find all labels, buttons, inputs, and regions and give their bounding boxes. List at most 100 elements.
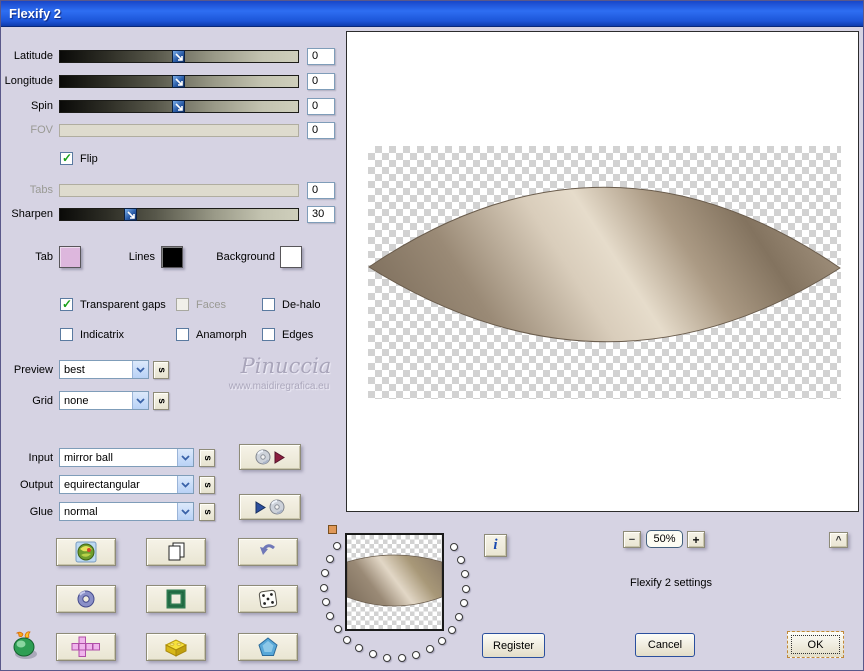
history-dot[interactable]	[320, 583, 328, 592]
edges-label: Edges	[282, 329, 314, 341]
history-dot[interactable]	[425, 645, 434, 653]
output-random-button[interactable]: s	[199, 476, 215, 494]
square-frame-icon	[166, 589, 186, 609]
cube-net-icon	[71, 636, 100, 657]
info-button[interactable]: i	[484, 534, 507, 557]
cube-net-button[interactable]	[56, 633, 116, 661]
history-dot[interactable]	[343, 635, 352, 644]
chevron-down-icon[interactable]	[132, 392, 148, 409]
history-dot[interactable]	[383, 653, 392, 662]
grid-random-button[interactable]: s	[153, 392, 169, 410]
tabs-value[interactable]: 0	[307, 182, 335, 199]
tab-color-swatch[interactable]	[59, 246, 81, 268]
history-current-marker[interactable]	[328, 525, 337, 534]
tabs-label: Tabs	[29, 184, 53, 196]
history-dot[interactable]	[460, 570, 469, 579]
history-dot[interactable]	[355, 644, 364, 653]
glue-select[interactable]: normal	[59, 502, 194, 521]
flip-checkbox[interactable]	[60, 151, 73, 165]
save-settings-button[interactable]	[239, 494, 301, 520]
history-dot[interactable]	[321, 598, 330, 607]
preview-random-button[interactable]: s	[153, 361, 169, 379]
info-icon: i	[493, 537, 498, 553]
window-title: Flexify 2	[9, 6, 62, 21]
preview-canvas[interactable]	[346, 31, 859, 512]
latitude-slider-handle[interactable]	[172, 50, 185, 63]
flexify2-dialog: Flexify 2 Latitude 0 Longitude 0 Spin 0 …	[0, 0, 864, 671]
history-dot[interactable]	[449, 543, 458, 552]
lines-swatch-label: Lines	[128, 251, 155, 263]
history-dot[interactable]	[397, 653, 406, 662]
indicatrix-checkbox[interactable]	[60, 328, 73, 341]
globe-preview-button[interactable]	[56, 538, 116, 566]
register-button[interactable]: Register	[482, 633, 545, 658]
sharpen-slider-handle[interactable]	[124, 208, 138, 221]
undo-button[interactable]	[238, 538, 298, 566]
collapse-button[interactable]: ^	[829, 532, 848, 548]
spin-value[interactable]: 0	[307, 98, 335, 115]
history-dot[interactable]	[447, 625, 456, 634]
history-dot[interactable]	[455, 613, 464, 622]
lines-color-swatch[interactable]	[161, 246, 183, 268]
load-settings-button[interactable]	[239, 444, 301, 470]
frame-button[interactable]	[146, 585, 206, 613]
cancel-button[interactable]: Cancel	[635, 633, 695, 657]
watermark-name: Pinuccia	[240, 354, 332, 378]
flaming-pear-icon[interactable]	[10, 630, 40, 662]
gem-button[interactable]	[238, 633, 298, 661]
result-thumbnail[interactable]	[345, 533, 444, 631]
preview-select[interactable]: best	[59, 360, 149, 379]
spin-slider[interactable]	[59, 100, 299, 113]
anamorph-checkbox[interactable]	[176, 328, 189, 341]
history-dot[interactable]	[412, 650, 421, 659]
sharpen-slider[interactable]	[59, 208, 299, 221]
latitude-value[interactable]: 0	[307, 48, 335, 65]
dice-button[interactable]	[238, 585, 298, 613]
zoom-in-button[interactable]: +	[687, 531, 705, 548]
sharpen-value[interactable]: 30	[307, 206, 335, 223]
input-random-button[interactable]: s	[199, 449, 215, 467]
background-color-swatch[interactable]	[280, 246, 302, 268]
history-dot[interactable]	[437, 636, 446, 645]
transparent-gaps-checkbox[interactable]	[60, 297, 73, 311]
history-dot[interactable]	[333, 624, 342, 633]
fov-value[interactable]: 0	[307, 122, 335, 139]
glue-random-button[interactable]: s	[199, 503, 215, 521]
input-select-label: Input	[28, 452, 53, 464]
title-bar[interactable]: Flexify 2	[1, 1, 863, 27]
history-dot[interactable]	[325, 555, 334, 564]
input-select[interactable]: mirror ball	[59, 448, 194, 467]
history-dot[interactable]	[332, 542, 341, 551]
chevron-down-icon[interactable]	[177, 503, 193, 520]
spin-slider-handle[interactable]	[172, 100, 185, 113]
brick-button[interactable]	[146, 633, 206, 661]
sharpen-label: Sharpen	[11, 208, 53, 220]
history-dot[interactable]	[461, 584, 470, 593]
history-dot[interactable]	[368, 650, 377, 659]
output-select[interactable]: equirectangular	[59, 475, 194, 494]
longitude-slider[interactable]	[59, 75, 299, 88]
grid-select[interactable]: none	[59, 391, 149, 410]
history-dot[interactable]	[456, 556, 465, 565]
longitude-value[interactable]: 0	[307, 73, 335, 90]
preview-select-label: Preview	[13, 364, 53, 376]
latitude-slider[interactable]	[59, 50, 299, 63]
copy-button[interactable]	[146, 538, 206, 566]
longitude-slider-handle[interactable]	[172, 75, 185, 88]
zoom-out-button[interactable]: −	[623, 531, 641, 548]
torus-button[interactable]	[56, 585, 116, 613]
transparency-checkerboard	[368, 146, 841, 399]
undo-arrow-icon	[260, 544, 275, 555]
chevron-down-icon[interactable]	[177, 449, 193, 466]
history-dot[interactable]	[460, 599, 469, 608]
chevron-down-icon[interactable]	[177, 476, 193, 493]
ok-button[interactable]: OK	[787, 631, 844, 658]
edges-checkbox[interactable]	[262, 328, 275, 341]
dehalo-checkbox[interactable]	[262, 298, 275, 311]
history-dot[interactable]	[321, 569, 330, 578]
tab-swatch-label: Tab	[35, 251, 53, 263]
thumbnail-image	[347, 554, 442, 607]
history-dot[interactable]	[326, 612, 335, 621]
faces-label: Faces	[196, 299, 226, 311]
chevron-down-icon[interactable]	[132, 361, 148, 378]
